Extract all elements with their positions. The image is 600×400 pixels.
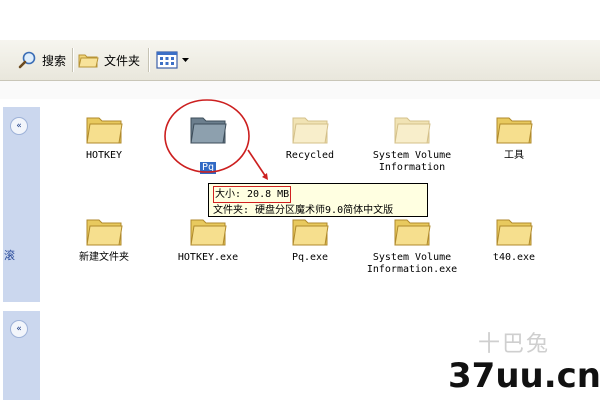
folder-item-system-volume[interactable]: System Volume Information [357,112,467,174]
item-label: t40.exe [492,252,536,263]
folder-icon [496,219,533,246]
views-button[interactable] [156,47,189,73]
tooltip-size: 大小: 20.8 MB [213,186,292,203]
folders-icon [78,54,99,68]
folder-item-hotkey[interactable]: HOTKEY [49,112,159,162]
item-label: 新建文件夹 [79,252,129,263]
item-label: HOTKEY.exe [177,252,239,263]
chevron-down-icon [182,58,189,62]
task-pane: « 滚 « [0,99,40,400]
search-icon [18,51,36,69]
folder-tooltip: 大小: 20.8 MB 文件夹: 硬盘分区魔术师9.0简体中文版 [208,183,428,217]
folder-item-tools[interactable]: 工具 [459,112,569,162]
watermark-brand: 37uu.cn [448,356,600,396]
folder-item-pq-exe[interactable]: Pq.exe [255,214,365,264]
task-panel-1 [3,107,40,302]
item-label: Recycled [285,150,335,161]
tooltip-folder-line: 文件夹: 硬盘分区魔术师9.0简体中文版 [213,205,394,216]
folder-item-new-folder[interactable]: 新建文件夹 [49,214,159,264]
folder-icon [86,117,123,144]
item-label: HOTKEY [85,150,123,161]
task-pane-text: 滚 [4,249,15,262]
toolbar: 搜索 文件夹 [0,40,600,81]
item-label: 工具 [504,150,524,161]
folder-item-pq[interactable]: Pq [153,112,263,174]
search-button-label: 搜索 [42,53,67,68]
folder-item-recycled[interactable]: Recycled [255,112,365,162]
folder-icon [496,117,533,144]
views-icon [156,51,178,69]
item-label: Pq.exe [291,252,329,263]
folder-icon [86,219,123,246]
folders-button[interactable]: 文件夹 [78,47,140,73]
folder-icon [190,219,227,246]
tooltip-size-line: 大小: 20.8 MB [213,186,423,203]
folder-icon [292,219,329,246]
collapse-icon[interactable]: « [10,117,28,135]
toolbar-divider [0,81,600,99]
collapse-icon[interactable]: « [10,320,28,338]
selected-label: Pq [199,162,217,174]
folder-item-t40-exe[interactable]: t40.exe [459,214,569,264]
toolbar-separator [72,48,73,72]
search-button[interactable]: 搜索 [18,47,66,73]
item-label: System Volume Information.exe [366,252,458,275]
folder-icon [190,117,227,144]
collapse-symbol: « [16,121,22,131]
item-label: System Volume Information [372,150,452,173]
folder-item-system-volume-exe[interactable]: System Volume Information.exe [357,214,467,276]
item-label: Pq [153,150,263,174]
watermark-faint: 十巴兔 [478,332,551,357]
toolbar-separator [148,48,149,72]
window-top-strip [0,0,600,40]
folder-icon [292,117,329,144]
folders-button-label: 文件夹 [104,53,141,68]
folder-item-hotkey-exe[interactable]: HOTKEY.exe [153,214,263,264]
folder-icon [394,219,431,246]
folder-icon [394,117,431,144]
collapse-symbol: « [16,324,22,334]
